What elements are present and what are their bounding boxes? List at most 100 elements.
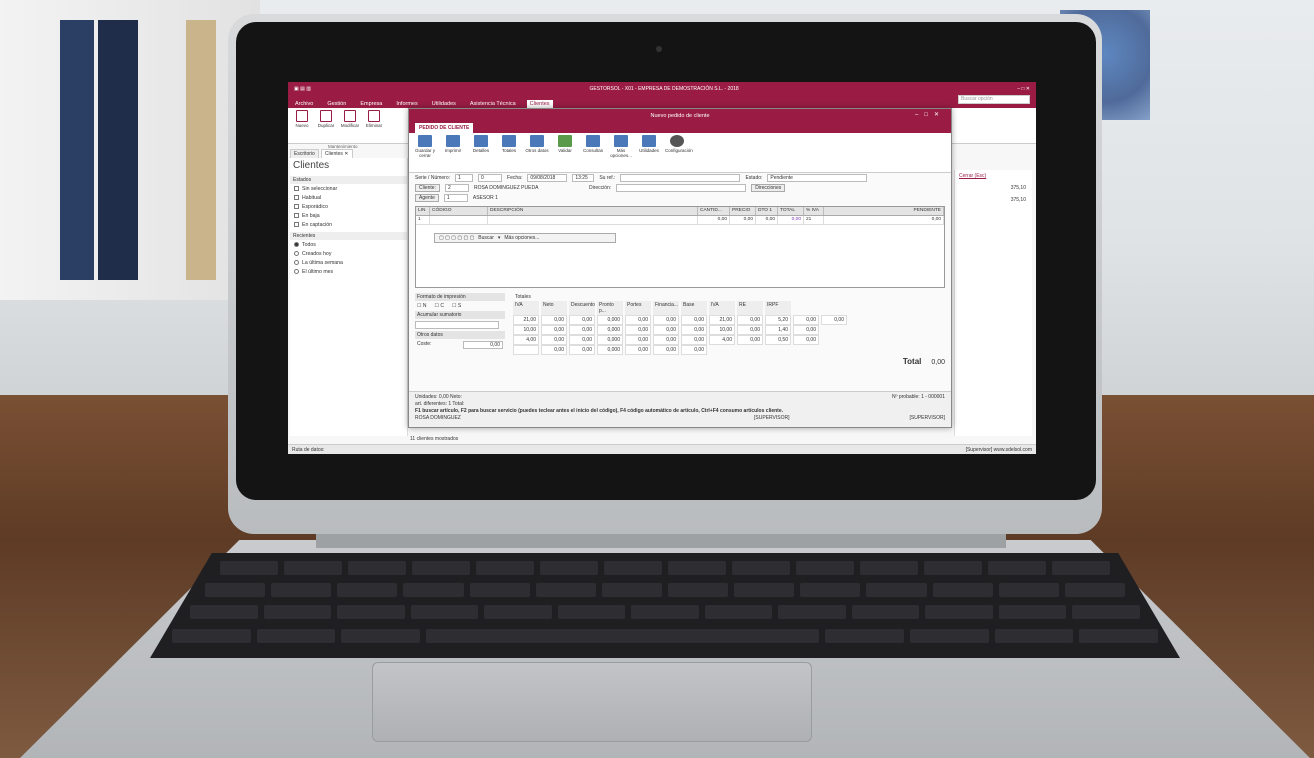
state-item[interactable]: Sin seleccionar	[290, 184, 407, 193]
col-pendiente: PENDIENTE	[824, 207, 944, 215]
checkbox-icon[interactable]	[294, 186, 299, 191]
save-icon	[418, 135, 432, 147]
chevron-down-icon[interactable]: ▾	[498, 235, 501, 241]
modify-button[interactable]: Modificar	[340, 110, 360, 141]
address-label: Dirección:	[588, 185, 612, 191]
status-select[interactable]: Pendiente	[767, 174, 868, 182]
checkbox-icon[interactable]	[294, 222, 299, 227]
checkbox-icon[interactable]	[294, 213, 299, 218]
recent-label: Creados hoy	[302, 250, 332, 257]
radio-icon[interactable]	[294, 251, 299, 256]
search-input[interactable]: Buscar opción	[958, 95, 1030, 104]
save-close-button[interactable]: Guardar y cerrar	[413, 135, 437, 170]
ref-field[interactable]	[620, 174, 741, 182]
cell-iva[interactable]: 21	[804, 216, 824, 224]
checkbox-icon[interactable]	[294, 204, 299, 209]
radio-icon[interactable]	[294, 260, 299, 265]
state-item[interactable]: En captación	[290, 220, 407, 229]
new-button[interactable]: Nuevo	[292, 110, 312, 141]
cell-precio[interactable]: 0,00	[730, 216, 756, 224]
menu-archivo[interactable]: Archivo	[292, 100, 316, 108]
cost-field[interactable]: 0,00	[463, 341, 503, 349]
dialog-titlebar: Nuevo pedido de cliente –□✕	[409, 109, 951, 123]
radio-icon[interactable]	[294, 269, 299, 274]
state-item[interactable]: Esporádico	[290, 202, 407, 211]
totals-cell: 21,00	[513, 315, 539, 325]
recent-item[interactable]: Creados hoy	[290, 249, 407, 258]
recent-item[interactable]: La última semana	[290, 258, 407, 267]
duplicate-button[interactable]: Duplicar	[316, 110, 336, 141]
print-format-header: Formato de impresión	[415, 293, 505, 301]
delete-button[interactable]: Eliminar	[364, 110, 384, 141]
print-button[interactable]: Imprimir	[441, 135, 465, 170]
menu-bar: Archivo Gestión Empresa Informes Utilida…	[288, 96, 1036, 108]
dialog-window-controls[interactable]: –□✕	[915, 111, 945, 118]
radio-icon[interactable]	[294, 242, 299, 247]
print-label: Imprimir	[444, 148, 462, 153]
cell-codigo[interactable]	[430, 216, 488, 224]
queries-button[interactable]: Consultas	[581, 135, 605, 170]
validate-button[interactable]: Validar	[553, 135, 577, 170]
totals-cell: 0,00	[681, 345, 707, 355]
client-button[interactable]: Cliente:	[415, 184, 440, 192]
status-right: [Supervisor] www.sdelsol.com	[965, 446, 1032, 453]
col-precio: PRECIO	[730, 207, 756, 215]
state-item[interactable]: En baja	[290, 211, 407, 220]
address-field[interactable]	[616, 184, 747, 192]
tab-pedido[interactable]: PEDIDO DE CLIENTE	[415, 123, 474, 133]
format-options: ☐ N ☐ C ☐ S	[415, 301, 505, 311]
format-c-checkbox[interactable]: ☐ C	[435, 303, 445, 309]
cell-dto[interactable]: 0,00	[756, 216, 778, 224]
duplicate-label: Duplicar	[317, 123, 335, 128]
window-controls[interactable]: – □ ✕	[1017, 86, 1030, 92]
totals-row: 4,00 0,00 0,00 0,000 0,00 0,00 0,00 4,00 0,00 0,5…	[513, 335, 945, 345]
menu-clientes[interactable]: Clientes	[526, 100, 553, 108]
totals-cell: 0,00	[653, 315, 679, 325]
table-row[interactable]: 1 0,00 0,00 0,00 0,00 21 0,00	[416, 216, 944, 225]
menu-gestion[interactable]: Gestión	[324, 100, 349, 108]
totals-cell: 0,00	[737, 315, 763, 325]
modify-label: Modificar	[340, 123, 360, 128]
details-button[interactable]: Detalles	[469, 135, 493, 170]
menu-asistencia[interactable]: Asistencia Técnica	[467, 100, 519, 108]
time-field[interactable]: 13:25	[572, 174, 595, 182]
recent-item[interactable]: El último mes	[290, 267, 407, 276]
menu-empresa[interactable]: Empresa	[357, 100, 385, 108]
sidebar-title: Clientes	[293, 160, 330, 171]
totals-button[interactable]: Totales	[497, 135, 521, 170]
config-button[interactable]: Configuración	[665, 135, 693, 170]
close-link[interactable]: Cerrar (Esc)	[955, 170, 1032, 182]
agent-button[interactable]: Agente	[415, 194, 439, 202]
accumulate-select[interactable]	[415, 321, 499, 329]
other-data-label: Otros datos	[415, 331, 505, 339]
format-s-checkbox[interactable]: ☐ S	[452, 303, 461, 309]
number-field[interactable]: 0	[478, 174, 503, 182]
dialog-ribbon: Guardar y cerrar Imprimir Detalles Total…	[409, 133, 951, 173]
utilities-button[interactable]: Utilidades	[637, 135, 661, 170]
more-options-menu[interactable]: Más opciones...	[504, 235, 539, 241]
recent-item[interactable]: Todos	[290, 240, 407, 249]
search-button[interactable]: Buscar	[478, 235, 494, 241]
col-dto: DTO 1	[756, 207, 778, 215]
addresses-button[interactable]: Direcciones	[751, 184, 786, 192]
key-row	[172, 629, 1159, 643]
agent-code-field[interactable]: 1	[443, 194, 468, 202]
menu-informes[interactable]: Informes	[393, 100, 420, 108]
toolbar-icons[interactable]: ▢ ▢ ▢ ▢ ▢ ▢	[439, 235, 474, 241]
menu-utilidades[interactable]: Utilidades	[429, 100, 459, 108]
check-icon	[558, 135, 572, 147]
checkbox-icon[interactable]	[294, 195, 299, 200]
other-data-button[interactable]: Otros datos	[525, 135, 549, 170]
more-options-button[interactable]: Más opciones...	[609, 135, 633, 170]
state-item[interactable]: Habitual	[290, 193, 407, 202]
cell-cantidad[interactable]: 0,00	[698, 216, 730, 224]
totals-cell: 0,00	[653, 345, 679, 355]
serie-field[interactable]: 1	[455, 174, 474, 182]
utilities-label: Utilidades	[639, 148, 659, 153]
date-field[interactable]: 09/08/2018	[527, 174, 568, 182]
totals-cell: 4,00	[513, 335, 539, 345]
cell-lin: 1	[416, 216, 430, 224]
format-n-checkbox[interactable]: ☐ N	[417, 303, 427, 309]
cell-descripcion[interactable]	[488, 216, 698, 224]
client-code-field[interactable]: 2	[444, 184, 469, 192]
